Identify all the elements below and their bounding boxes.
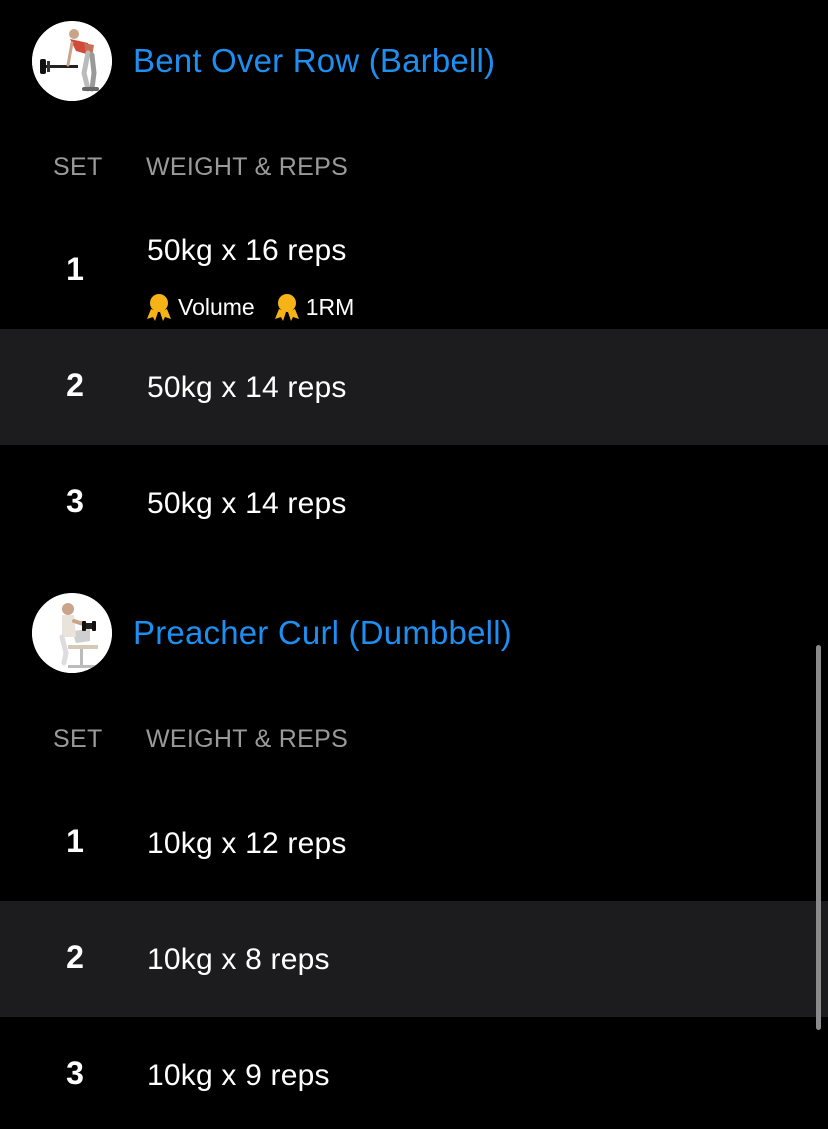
set-weight-reps: 10kg x 9 reps [147,1059,330,1092]
set-weight-reps: 10kg x 8 reps [147,943,330,976]
set-number: 2 [66,939,84,975]
set-row: 3 50kg x 14 reps [0,445,828,561]
set-row: 2 10kg x 8 reps [0,901,828,1017]
set-table-header: SET WEIGHT & REPS [0,147,828,187]
preacher-curl-illustration-icon [32,593,112,673]
set-row: 3 10kg x 9 reps [0,1017,828,1129]
scrollbar[interactable] [816,645,821,1030]
medal-icon [147,294,171,321]
set-row: 1 10kg x 12 reps [0,785,828,901]
weight-reps-column-label: WEIGHT & REPS [146,725,349,753]
set-weight-reps: 50kg x 14 reps [147,371,347,404]
medal-icon [274,294,299,321]
set-number: 3 [66,483,84,519]
set-weight-reps: 50kg x 16 reps [147,234,347,267]
set-row: 2 50kg x 14 reps [0,329,828,445]
set-number: 2 [66,367,84,403]
weight-reps-column-label: WEIGHT & REPS [146,153,349,181]
set-column-label: SET [53,153,103,181]
barbell-row-illustration-icon [32,21,112,101]
exercise-header[interactable]: Bent Over Row (Barbell) [32,21,495,101]
1rm-record-badge: 1RM [273,292,354,322]
set-number: 1 [66,251,84,287]
set-column-label: SET [53,725,103,753]
set-weight-reps: 50kg x 14 reps [147,487,347,520]
set-number: 1 [66,823,84,859]
set-weight-reps: 10kg x 12 reps [147,827,347,860]
set-number: 3 [66,1055,84,1091]
exercise-title[interactable]: Preacher Curl (Dumbbell) [133,614,512,652]
set-row: 1 50kg x 16 reps Volume 1RM [0,213,828,329]
exercise-title[interactable]: Bent Over Row (Barbell) [133,42,495,80]
record-badges: Volume 1RM [145,292,372,322]
volume-record-badge: Volume [145,292,255,322]
workout-detail-screen: Bent Over Row (Barbell) SET WEIGHT & REP… [0,0,828,1129]
set-table-header: SET WEIGHT & REPS [0,719,828,759]
exercise-header[interactable]: Preacher Curl (Dumbbell) [32,593,512,673]
